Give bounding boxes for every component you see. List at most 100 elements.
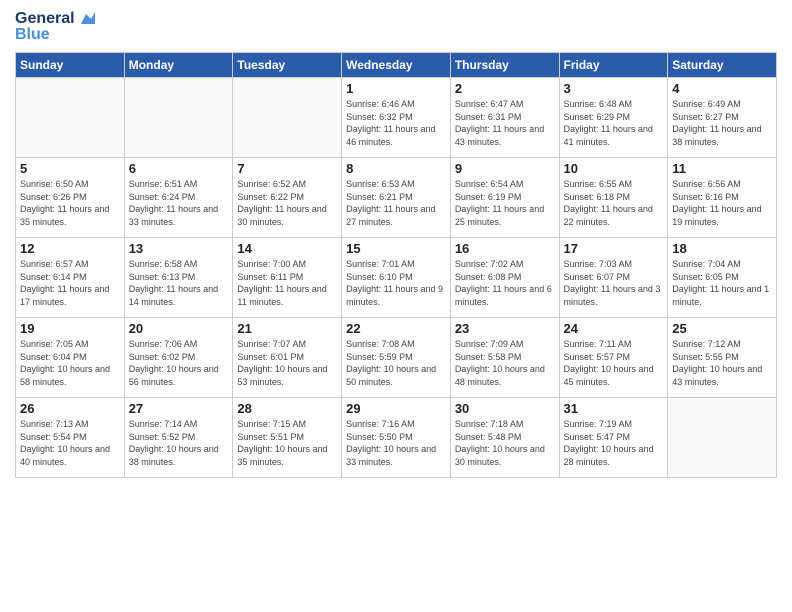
calendar-day: 1 Sunrise: 6:46 AM Sunset: 6:32 PM Daylig… — [342, 78, 451, 158]
day-info: Sunrise: 6:52 AM Sunset: 6:22 PM Dayligh… — [237, 178, 337, 228]
day-info: Sunrise: 6:47 AM Sunset: 6:31 PM Dayligh… — [455, 98, 555, 148]
day-info: Sunrise: 6:48 AM Sunset: 6:29 PM Dayligh… — [564, 98, 664, 148]
day-info: Sunrise: 6:46 AM Sunset: 6:32 PM Dayligh… — [346, 98, 446, 148]
day-number: 18 — [672, 241, 772, 256]
day-info: Sunrise: 7:07 AM Sunset: 6:01 PM Dayligh… — [237, 338, 337, 388]
day-info: Sunrise: 7:09 AM Sunset: 5:58 PM Dayligh… — [455, 338, 555, 388]
calendar-week-row: 26 Sunrise: 7:13 AM Sunset: 5:54 PM Dayli… — [16, 398, 777, 478]
calendar-day: 12 Sunrise: 6:57 AM Sunset: 6:14 PM Dayli… — [16, 238, 125, 318]
day-number: 20 — [129, 321, 229, 336]
day-info: Sunrise: 6:50 AM Sunset: 6:26 PM Dayligh… — [20, 178, 120, 228]
calendar-week-row: 19 Sunrise: 7:05 AM Sunset: 6:04 PM Dayli… — [16, 318, 777, 398]
calendar-body: 1 Sunrise: 6:46 AM Sunset: 6:32 PM Daylig… — [16, 78, 777, 478]
calendar-day: 28 Sunrise: 7:15 AM Sunset: 5:51 PM Dayli… — [233, 398, 342, 478]
day-info: Sunrise: 7:15 AM Sunset: 5:51 PM Dayligh… — [237, 418, 337, 468]
header: General Blue — [15, 10, 777, 44]
day-number: 25 — [672, 321, 772, 336]
weekday-header: Monday — [124, 53, 233, 78]
calendar-day: 27Sunrise: 7:14 AM Sunset: 5:52 PM Dayli… — [124, 398, 233, 478]
day-number: 19 — [20, 321, 120, 336]
day-info: Sunrise: 7:18 AM Sunset: 5:48 PM Dayligh… — [455, 418, 555, 468]
calendar-day: 6 Sunrise: 6:51 AM Sunset: 6:24 PM Daylig… — [124, 158, 233, 238]
weekday-header: Friday — [559, 53, 668, 78]
day-number: 22 — [346, 321, 446, 336]
day-number: 8 — [346, 161, 446, 176]
calendar-day: 3 Sunrise: 6:48 AM Sunset: 6:29 PM Daylig… — [559, 78, 668, 158]
day-info: Sunrise: 7:00 AM Sunset: 6:11 PM Dayligh… — [237, 258, 337, 308]
calendar-day: 30 Sunrise: 7:18 AM Sunset: 5:48 PM Dayli… — [450, 398, 559, 478]
calendar-day — [668, 398, 777, 478]
day-number: 28 — [237, 401, 337, 416]
weekday-header: Tuesday — [233, 53, 342, 78]
day-number: 15 — [346, 241, 446, 256]
calendar-day: 11 Sunrise: 6:56 AM Sunset: 6:16 PM Dayli… — [668, 158, 777, 238]
calendar-day: 5 Sunrise: 6:50 AM Sunset: 6:26 PM Daylig… — [16, 158, 125, 238]
day-number: 6 — [129, 161, 229, 176]
calendar-day: 18 Sunrise: 7:04 AM Sunset: 6:05 PM Dayli… — [668, 238, 777, 318]
calendar-day: 22 Sunrise: 7:08 AM Sunset: 5:59 PM Dayli… — [342, 318, 451, 398]
day-info: Sunrise: 7:06 AM Sunset: 6:02 PM Dayligh… — [129, 338, 229, 388]
day-info: Sunrise: 6:55 AM Sunset: 6:18 PM Dayligh… — [564, 178, 664, 228]
calendar-week-row: 1 Sunrise: 6:46 AM Sunset: 6:32 PM Daylig… — [16, 78, 777, 158]
calendar-day: 8Sunrise: 6:53 AM Sunset: 6:21 PM Daylig… — [342, 158, 451, 238]
day-info: Sunrise: 7:05 AM Sunset: 6:04 PM Dayligh… — [20, 338, 120, 388]
day-number: 27 — [129, 401, 229, 416]
day-number: 23 — [455, 321, 555, 336]
day-number: 9 — [455, 161, 555, 176]
day-info: Sunrise: 7:02 AM Sunset: 6:08 PM Dayligh… — [455, 258, 555, 308]
day-number: 1 — [346, 81, 446, 96]
calendar-header-row: SundayMondayTuesdayWednesdayThursdayFrid… — [16, 53, 777, 78]
calendar-day: 20 Sunrise: 7:06 AM Sunset: 6:02 PM Dayli… — [124, 318, 233, 398]
day-info: Sunrise: 7:12 AM Sunset: 5:55 PM Dayligh… — [672, 338, 772, 388]
weekday-header: Thursday — [450, 53, 559, 78]
calendar-day: 15 Sunrise: 7:01 AM Sunset: 6:10 PM Dayli… — [342, 238, 451, 318]
logo-icon — [77, 10, 95, 28]
day-info: Sunrise: 6:49 AM Sunset: 6:27 PM Dayligh… — [672, 98, 772, 148]
day-number: 21 — [237, 321, 337, 336]
day-number: 12 — [20, 241, 120, 256]
weekday-header: Wednesday — [342, 53, 451, 78]
calendar-day: 29 Sunrise: 7:16 AM Sunset: 5:50 PM Dayli… — [342, 398, 451, 478]
day-number: 5 — [20, 161, 120, 176]
day-number: 11 — [672, 161, 772, 176]
day-number: 24 — [564, 321, 664, 336]
weekday-header: Saturday — [668, 53, 777, 78]
day-info: Sunrise: 6:51 AM Sunset: 6:24 PM Dayligh… — [129, 178, 229, 228]
day-info: Sunrise: 7:11 AM Sunset: 5:57 PM Dayligh… — [564, 338, 664, 388]
logo: General Blue — [15, 10, 95, 44]
calendar-day: 16Sunrise: 7:02 AM Sunset: 6:08 PM Dayli… — [450, 238, 559, 318]
day-number: 10 — [564, 161, 664, 176]
day-number: 3 — [564, 81, 664, 96]
day-info: Sunrise: 7:13 AM Sunset: 5:54 PM Dayligh… — [20, 418, 120, 468]
weekday-header: Sunday — [16, 53, 125, 78]
day-info: Sunrise: 6:56 AM Sunset: 6:16 PM Dayligh… — [672, 178, 772, 228]
calendar-week-row: 5 Sunrise: 6:50 AM Sunset: 6:26 PM Daylig… — [16, 158, 777, 238]
calendar-week-row: 12 Sunrise: 6:57 AM Sunset: 6:14 PM Dayli… — [16, 238, 777, 318]
day-number: 14 — [237, 241, 337, 256]
day-info: Sunrise: 7:03 AM Sunset: 6:07 PM Dayligh… — [564, 258, 664, 308]
day-number: 7 — [237, 161, 337, 176]
calendar-day: 31Sunrise: 7:19 AM Sunset: 5:47 PM Dayli… — [559, 398, 668, 478]
day-info: Sunrise: 7:19 AM Sunset: 5:47 PM Dayligh… — [564, 418, 664, 468]
calendar-day: 24 Sunrise: 7:11 AM Sunset: 5:57 PM Dayli… — [559, 318, 668, 398]
calendar-day: 26 Sunrise: 7:13 AM Sunset: 5:54 PM Dayli… — [16, 398, 125, 478]
calendar-day: 9 Sunrise: 6:54 AM Sunset: 6:19 PM Daylig… — [450, 158, 559, 238]
day-info: Sunrise: 6:54 AM Sunset: 6:19 PM Dayligh… — [455, 178, 555, 228]
calendar-day: 4Sunrise: 6:49 AM Sunset: 6:27 PM Daylig… — [668, 78, 777, 158]
calendar-day: 25 Sunrise: 7:12 AM Sunset: 5:55 PM Dayli… — [668, 318, 777, 398]
day-number: 29 — [346, 401, 446, 416]
page-container: General Blue SundayMondayTuesdayWednesda… — [0, 0, 792, 488]
day-info: Sunrise: 7:08 AM Sunset: 5:59 PM Dayligh… — [346, 338, 446, 388]
day-number: 30 — [455, 401, 555, 416]
day-info: Sunrise: 7:16 AM Sunset: 5:50 PM Dayligh… — [346, 418, 446, 468]
calendar-day: 7 Sunrise: 6:52 AM Sunset: 6:22 PM Daylig… — [233, 158, 342, 238]
day-number: 26 — [20, 401, 120, 416]
calendar-day: 17Sunrise: 7:03 AM Sunset: 6:07 PM Dayli… — [559, 238, 668, 318]
day-info: Sunrise: 7:01 AM Sunset: 6:10 PM Dayligh… — [346, 258, 446, 308]
day-info: Sunrise: 7:04 AM Sunset: 6:05 PM Dayligh… — [672, 258, 772, 308]
calendar-day — [124, 78, 233, 158]
day-info: Sunrise: 6:57 AM Sunset: 6:14 PM Dayligh… — [20, 258, 120, 308]
calendar-day: 19 Sunrise: 7:05 AM Sunset: 6:04 PM Dayli… — [16, 318, 125, 398]
calendar-day — [16, 78, 125, 158]
day-number: 2 — [455, 81, 555, 96]
